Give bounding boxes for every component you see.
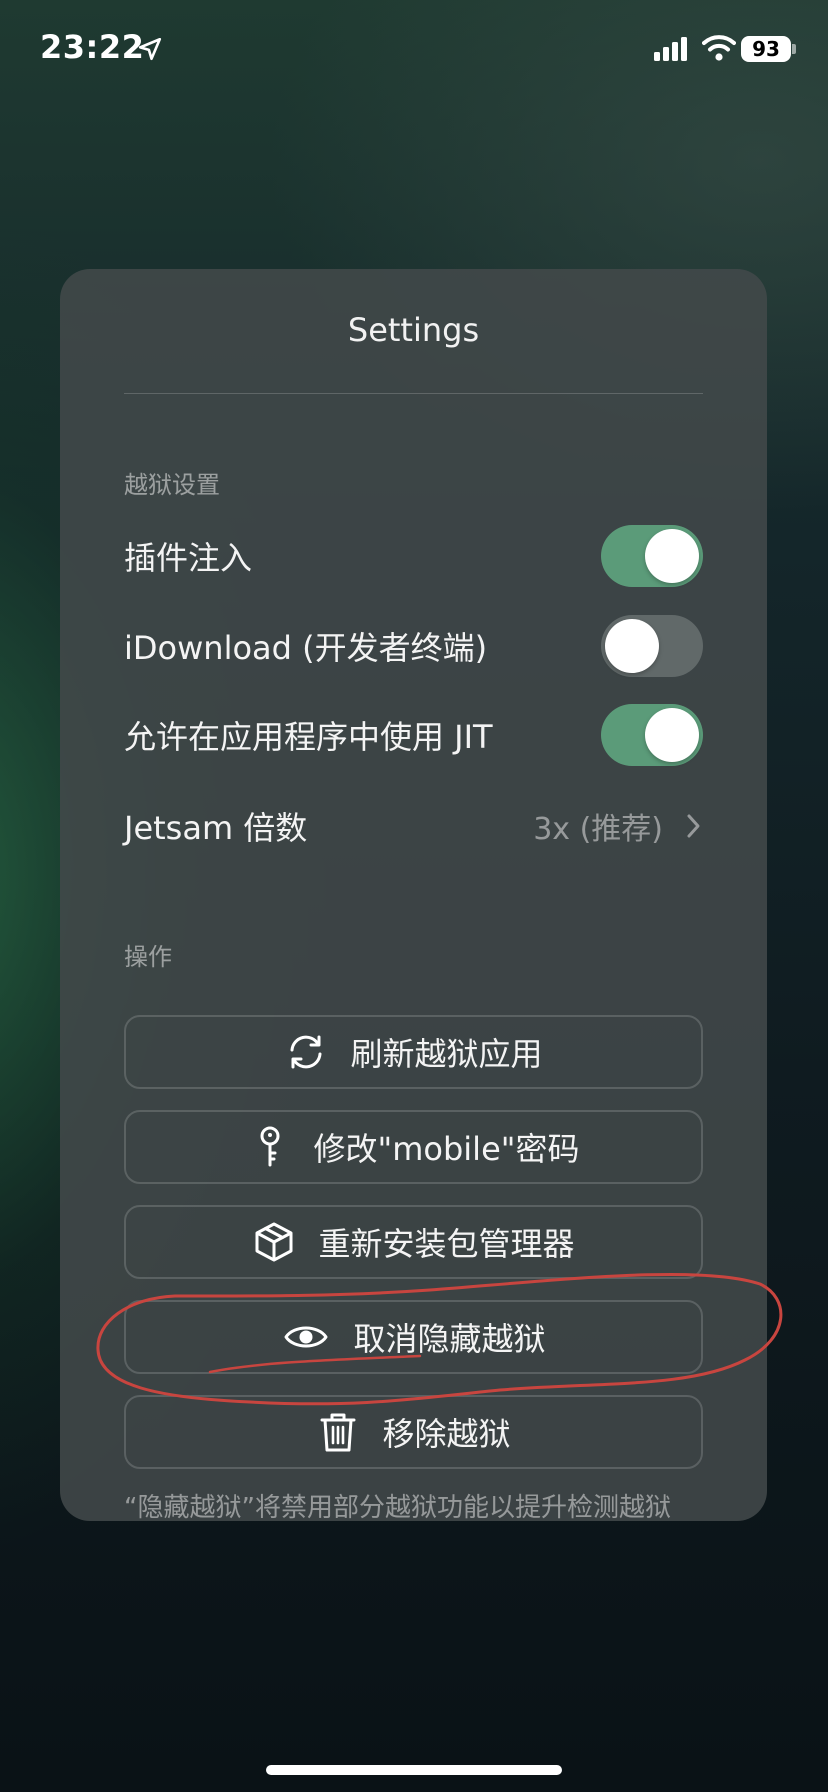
trash-icon <box>320 1413 356 1452</box>
refresh-icon <box>290 1035 322 1069</box>
cellular-signal-icon <box>654 37 687 61</box>
toggle-knob <box>645 529 699 583</box>
button-label: 修改"mobile"密码 <box>313 1130 580 1168</box>
home-indicator <box>266 1765 562 1775</box>
eye-icon <box>284 1326 328 1348</box>
row-label: 插件注入 <box>124 539 253 577</box>
wifi-icon <box>702 35 736 61</box>
section-header-actions: 操作 <box>124 943 172 971</box>
row-label: 允许在应用程序中使用 JIT <box>124 718 493 756</box>
settings-panel: Settings 越狱设置 插件注入 iDownload (开发者终端) 允许在… <box>60 269 767 1521</box>
row-jit: 允许在应用程序中使用 JIT <box>124 700 703 770</box>
panel-title: Settings <box>347 311 480 349</box>
button-label: 取消隐藏越狱 <box>353 1320 546 1358</box>
jetsam-value: 3x (推荐) <box>533 812 663 847</box>
title-divider <box>124 393 703 394</box>
key-icon <box>260 1126 279 1167</box>
idownload-toggle[interactable] <box>601 615 703 677</box>
row-label: Jetsam 倍数 <box>124 809 308 847</box>
unhide-jailbreak-button[interactable]: 取消隐藏越狱 <box>124 1300 703 1374</box>
row-jetsam-multiplier[interactable]: Jetsam 倍数 3x (推荐) <box>124 791 703 861</box>
chevron-right-icon <box>687 814 700 838</box>
row-tweak-injection: 插件注入 <box>124 521 703 591</box>
status-bar: 23:22 93 <box>0 0 828 100</box>
battery-level: 93 <box>741 36 791 62</box>
section-header-jailbreak-settings: 越狱设置 <box>124 471 220 499</box>
package-icon <box>255 1222 293 1262</box>
toggle-knob <box>645 708 699 762</box>
jit-toggle[interactable] <box>601 704 703 766</box>
button-label: 移除越狱 <box>382 1415 511 1453</box>
toggle-knob <box>605 619 659 673</box>
status-time: 23:22 <box>40 28 145 66</box>
row-label: iDownload (开发者终端) <box>124 629 488 667</box>
remove-jailbreak-button[interactable]: 移除越狱 <box>124 1395 703 1469</box>
row-idownload: iDownload (开发者终端) <box>124 611 703 681</box>
button-label: 刷新越狱应用 <box>350 1035 543 1073</box>
refresh-jailbreak-apps-button[interactable]: 刷新越狱应用 <box>124 1015 703 1089</box>
button-label: 重新安装包管理器 <box>318 1225 575 1263</box>
change-mobile-password-button[interactable]: 修改"mobile"密码 <box>124 1110 703 1184</box>
reinstall-package-manager-button[interactable]: 重新安装包管理器 <box>124 1205 703 1279</box>
tweak-injection-toggle[interactable] <box>601 525 703 587</box>
location-arrow-icon <box>138 37 162 61</box>
battery-nub <box>792 44 796 54</box>
hide-jailbreak-footnote: “隐藏越狱”将禁用部分越狱功能以提升检测越狱 <box>124 1493 671 1521</box>
